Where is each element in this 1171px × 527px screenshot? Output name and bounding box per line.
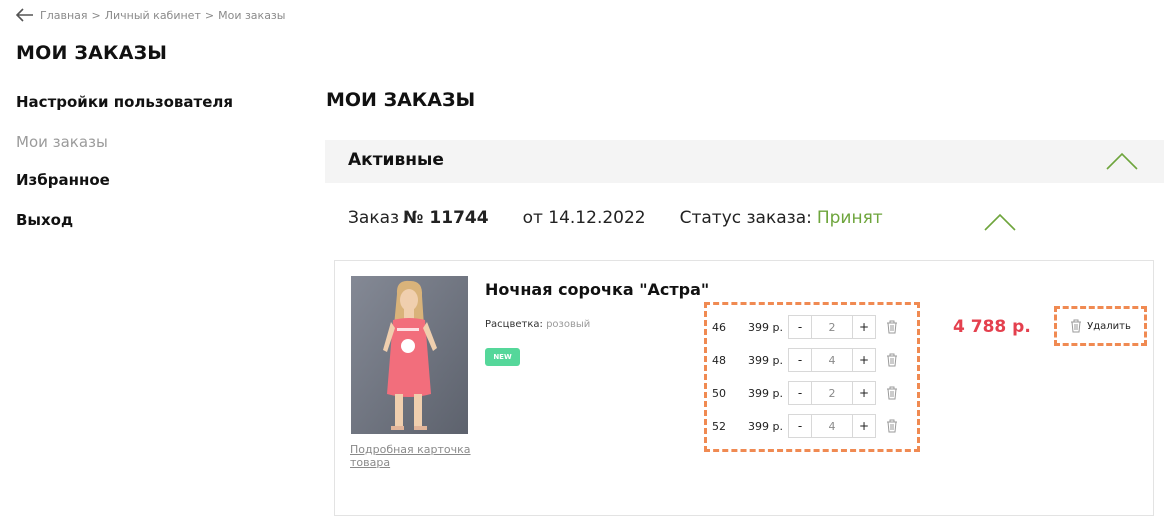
- new-badge: NEW: [485, 348, 520, 366]
- size-row: 50 399 р. - 2 +: [712, 381, 898, 405]
- increment-button[interactable]: +: [853, 415, 875, 437]
- decrement-button[interactable]: -: [789, 415, 811, 437]
- trash-icon[interactable]: [886, 386, 898, 400]
- size-row: 48 399 р. - 4 +: [712, 348, 898, 372]
- size-row: 52 399 р. - 4 +: [712, 414, 898, 438]
- sidebar-item-settings[interactable]: Настройки пользователя: [16, 92, 276, 132]
- quantity-input[interactable]: 2: [811, 316, 853, 338]
- size-price: 399 р.: [748, 320, 783, 334]
- order-date: от 14.12.2022: [522, 208, 646, 228]
- quantity-stepper: - 2 +: [788, 315, 876, 339]
- quantity-stepper: - 4 +: [788, 348, 876, 372]
- breadcrumb-item-account[interactable]: Личный кабинет: [105, 9, 201, 22]
- decrement-button[interactable]: -: [789, 349, 811, 371]
- order-status-value: Принят: [816, 208, 883, 228]
- breadcrumb-item-home[interactable]: Главная: [40, 9, 88, 22]
- color-value: розовый: [546, 319, 591, 330]
- arrow-left-icon[interactable]: [16, 8, 34, 22]
- product-photo[interactable]: [351, 276, 468, 434]
- order-prefix: Заказ: [348, 208, 400, 228]
- product-name[interactable]: Ночная сорочка "Астра": [485, 280, 709, 299]
- size-value: 48: [712, 353, 726, 367]
- section-label: Активные: [348, 150, 444, 170]
- increment-button[interactable]: +: [853, 316, 875, 338]
- section-active-header[interactable]: Активные: [325, 140, 1164, 183]
- size-value: 52: [712, 419, 726, 433]
- trash-icon[interactable]: [886, 419, 898, 433]
- sidebar-item-favorites[interactable]: Избранное: [16, 170, 276, 210]
- delete-button[interactable]: Удалить: [1054, 306, 1147, 346]
- chevron-up-icon[interactable]: [1106, 152, 1138, 170]
- breadcrumb: Главная > Личный кабинет > Мои заказы: [16, 8, 285, 22]
- trash-icon: [1071, 319, 1082, 333]
- item-total-price: 4 788 р.: [953, 317, 1031, 337]
- quantity-input[interactable]: 4: [811, 415, 853, 437]
- order-status-label: Статус заказа:: [679, 208, 812, 228]
- sidebar-item-orders[interactable]: Мои заказы: [16, 132, 276, 170]
- order-number: № 11744: [403, 208, 489, 228]
- breadcrumb-separator: >: [91, 8, 101, 22]
- quantity-input[interactable]: 2: [811, 382, 853, 404]
- decrement-button[interactable]: -: [789, 382, 811, 404]
- size-value: 50: [712, 386, 726, 400]
- trash-icon[interactable]: [886, 320, 898, 334]
- product-color: Расцветка: розовый: [485, 319, 590, 330]
- size-value: 46: [712, 320, 726, 334]
- delete-label: Удалить: [1087, 320, 1131, 332]
- breadcrumb-separator: >: [204, 8, 215, 22]
- breadcrumb-item-orders: Мои заказы: [218, 8, 286, 22]
- size-price: 399 р.: [748, 419, 783, 433]
- sidebar-item-logout[interactable]: Выход: [16, 210, 276, 250]
- increment-button[interactable]: +: [853, 349, 875, 371]
- product-detail-link[interactable]: Подробная карточка товара: [350, 443, 474, 469]
- page-title: МОИ ЗАКАЗЫ: [16, 42, 168, 64]
- decrement-button[interactable]: -: [789, 316, 811, 338]
- color-label: Расцветка:: [485, 319, 543, 330]
- size-row: 46 399 р. - 2 +: [712, 315, 898, 339]
- quantity-input[interactable]: 4: [811, 349, 853, 371]
- trash-icon[interactable]: [886, 353, 898, 367]
- quantity-stepper: - 4 +: [788, 414, 876, 438]
- chevron-up-icon[interactable]: [984, 213, 1016, 231]
- quantity-stepper: - 2 +: [788, 381, 876, 405]
- size-price: 399 р.: [748, 353, 783, 367]
- size-price: 399 р.: [748, 386, 783, 400]
- increment-button[interactable]: +: [853, 382, 875, 404]
- main-title: МОИ ЗАКАЗЫ: [326, 89, 476, 111]
- sidebar: Настройки пользователя Мои заказы Избран…: [16, 92, 276, 250]
- order-header: Заказ № 11744 от 14.12.2022 Статус заказ…: [348, 208, 883, 228]
